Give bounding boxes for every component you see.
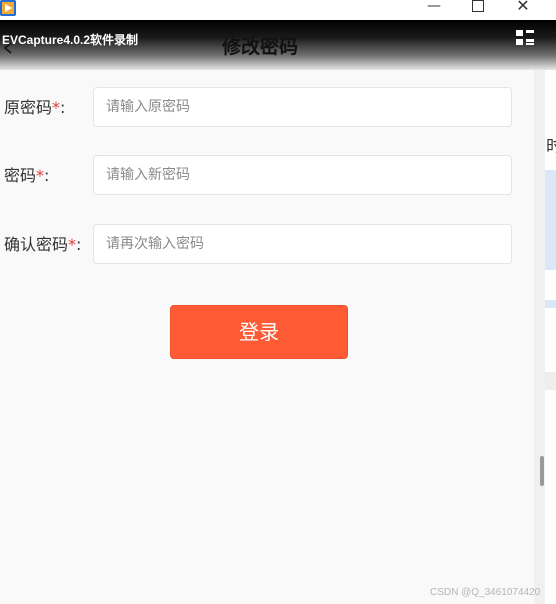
background-edge-text: 时: [546, 137, 556, 157]
background-edge-panel: [545, 372, 556, 390]
maximize-icon[interactable]: [458, 0, 498, 16]
capture-toolbar: EVCapture4.0.2软件录制 修改密码: [0, 20, 556, 70]
old-password-input[interactable]: [93, 87, 512, 127]
confirm-password-input[interactable]: [93, 224, 512, 264]
new-password-label: 密码*:: [4, 166, 50, 185]
background-edge-panel: [545, 300, 556, 308]
close-icon[interactable]: ✕: [503, 0, 543, 16]
required-mark: *: [36, 166, 45, 185]
page-title: 修改密码: [221, 37, 298, 58]
form-row-old-password: 原密码*:: [0, 87, 534, 129]
watermark: CSDN @Q_3461074420: [430, 587, 541, 598]
confirm-password-label: 确认密码*:: [4, 235, 82, 254]
app-logo-icon: [0, 0, 16, 16]
window-titlebar: — ✕: [0, 0, 556, 20]
form-row-new-password: 密码*:: [0, 155, 534, 197]
minimize-icon[interactable]: —: [414, 0, 454, 16]
back-icon[interactable]: [2, 42, 14, 54]
form-panel: 原密码*: 密码*: 确认密码*: 登录: [0, 70, 534, 604]
required-mark: *: [68, 235, 77, 254]
required-mark: *: [52, 98, 61, 117]
form-row-confirm-password: 确认密码*:: [0, 224, 534, 266]
new-password-input[interactable]: [93, 155, 512, 195]
background-edge-panel: [545, 170, 556, 270]
capture-app-title: EVCapture4.0.2软件录制: [2, 33, 139, 47]
submit-button[interactable]: 登录: [170, 305, 348, 359]
old-password-label: 原密码*:: [4, 98, 66, 117]
grid-icon[interactable]: [516, 30, 534, 46]
scrollbar-thumb[interactable]: [540, 456, 544, 486]
scroll-track[interactable]: [534, 70, 545, 604]
screen: — ✕ 找 时 EVCapture4.0.2软件录制 修改密码 原密码*: 密码…: [0, 0, 556, 604]
